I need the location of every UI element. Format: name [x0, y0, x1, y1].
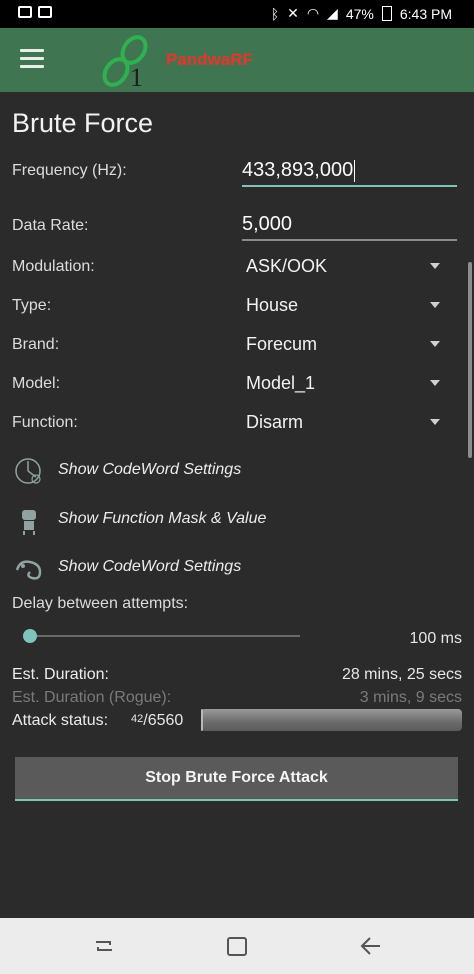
type-select[interactable]: House	[246, 291, 446, 319]
back-icon[interactable]	[356, 932, 384, 960]
delay-slider-track[interactable]	[30, 635, 300, 637]
delay-label: Delay between attempts:	[12, 595, 189, 612]
attack-progress-bar	[201, 709, 462, 731]
text-cursor	[354, 159, 356, 182]
scrollbar[interactable]	[468, 262, 472, 458]
page-title: Brute Force	[12, 108, 154, 138]
attack-status-label: Attack status:	[12, 712, 109, 729]
brand-label: Brand:	[12, 336, 60, 353]
gallery-notification-icon	[18, 6, 32, 18]
wheel-icon	[15, 458, 41, 484]
function-value: Disarm	[246, 412, 303, 432]
frequency-value: 433,893,000	[242, 159, 354, 181]
attack-progress-fill	[201, 709, 203, 731]
dropdown-arrow-icon	[430, 263, 440, 269]
type-label: Type:	[12, 297, 52, 314]
model-label: Model:	[12, 375, 61, 392]
frequency-input[interactable]: 433,893,000	[242, 155, 457, 187]
attack-total: /6560	[143, 712, 184, 729]
logo-digit: 1	[130, 63, 143, 90]
frequency-label: Frequency (Hz):	[12, 162, 127, 179]
setting-label: Show CodeWord Settings	[58, 558, 242, 575]
attack-current: 42	[131, 713, 144, 725]
status-bar: ᛒ ✕ ◠ ◢ 47% 6:43 PM	[0, 0, 474, 28]
data-rate-input[interactable]: 5,000	[242, 209, 457, 241]
modulation-label: Modulation:	[12, 258, 95, 275]
pandwarf-logo: 1	[102, 35, 148, 90]
mail-notification-icon	[38, 6, 52, 18]
mute-icon: ✕	[287, 5, 299, 21]
model-value: Model_1	[246, 373, 316, 393]
home-icon[interactable]	[223, 932, 251, 960]
clock: 6:43 PM	[399, 5, 452, 22]
robot-icon	[22, 510, 36, 535]
brand-value: Forecum	[246, 334, 318, 354]
type-value: House	[246, 295, 299, 315]
signal-icon: ◢	[327, 5, 338, 21]
setting-label: Show CodeWord Settings	[58, 461, 242, 478]
app-brand: PandwaRF	[166, 50, 253, 69]
stop-brute-force-button[interactable]: Stop Brute Force Attack	[15, 757, 458, 801]
dropdown-arrow-icon	[430, 419, 440, 425]
battery-icon	[381, 6, 392, 21]
system-nav-bar	[0, 918, 474, 974]
delay-slider-thumb[interactable]	[23, 629, 37, 643]
chameleon-icon	[15, 560, 42, 580]
duration-value: 28 mins, 25 secs	[341, 666, 462, 683]
duration-label: Est. Duration:	[12, 666, 109, 683]
show-codeword-settings[interactable]: Show CodeWord Settings	[14, 453, 314, 489]
app-bar: 1 PandwaRF	[0, 28, 474, 92]
brand-select[interactable]: Forecum	[246, 330, 446, 358]
dropdown-arrow-icon	[430, 341, 440, 347]
wifi-icon: ◠	[306, 5, 320, 21]
show-codeword-settings-2[interactable]: Show CodeWord Settings	[14, 550, 314, 586]
rogue-duration-value: 3 mins, 9 secs	[359, 689, 462, 706]
data-rate-label: Data Rate:	[12, 217, 89, 234]
delay-value: 100 ms	[409, 630, 462, 647]
model-select[interactable]: Model_1	[246, 369, 446, 397]
function-select[interactable]: Disarm	[246, 408, 446, 436]
data-rate-value: 5,000	[242, 213, 293, 235]
recent-apps-icon[interactable]	[90, 932, 118, 960]
attack-counter: 42/6560	[131, 712, 183, 730]
setting-label: Show Function Mask & Value	[58, 510, 267, 527]
notification-icons	[18, 6, 52, 18]
hamburger-menu-icon[interactable]	[20, 49, 44, 69]
dropdown-arrow-icon	[430, 302, 440, 308]
status-right: ᛒ ✕ ◠ ◢ 47% 6:43 PM	[271, 5, 452, 22]
bluetooth-icon: ᛒ	[270, 5, 280, 22]
modulation-value: ASK/OOK	[246, 256, 328, 276]
rogue-duration-label: Est. Duration (Rogue):	[12, 689, 172, 706]
modulation-select[interactable]: ASK/OOK	[246, 252, 446, 280]
battery-percent: 47%	[345, 5, 374, 22]
show-function-mask[interactable]: Show Function Mask & Value	[14, 502, 314, 538]
dropdown-arrow-icon	[430, 380, 440, 386]
function-label: Function:	[12, 414, 78, 431]
